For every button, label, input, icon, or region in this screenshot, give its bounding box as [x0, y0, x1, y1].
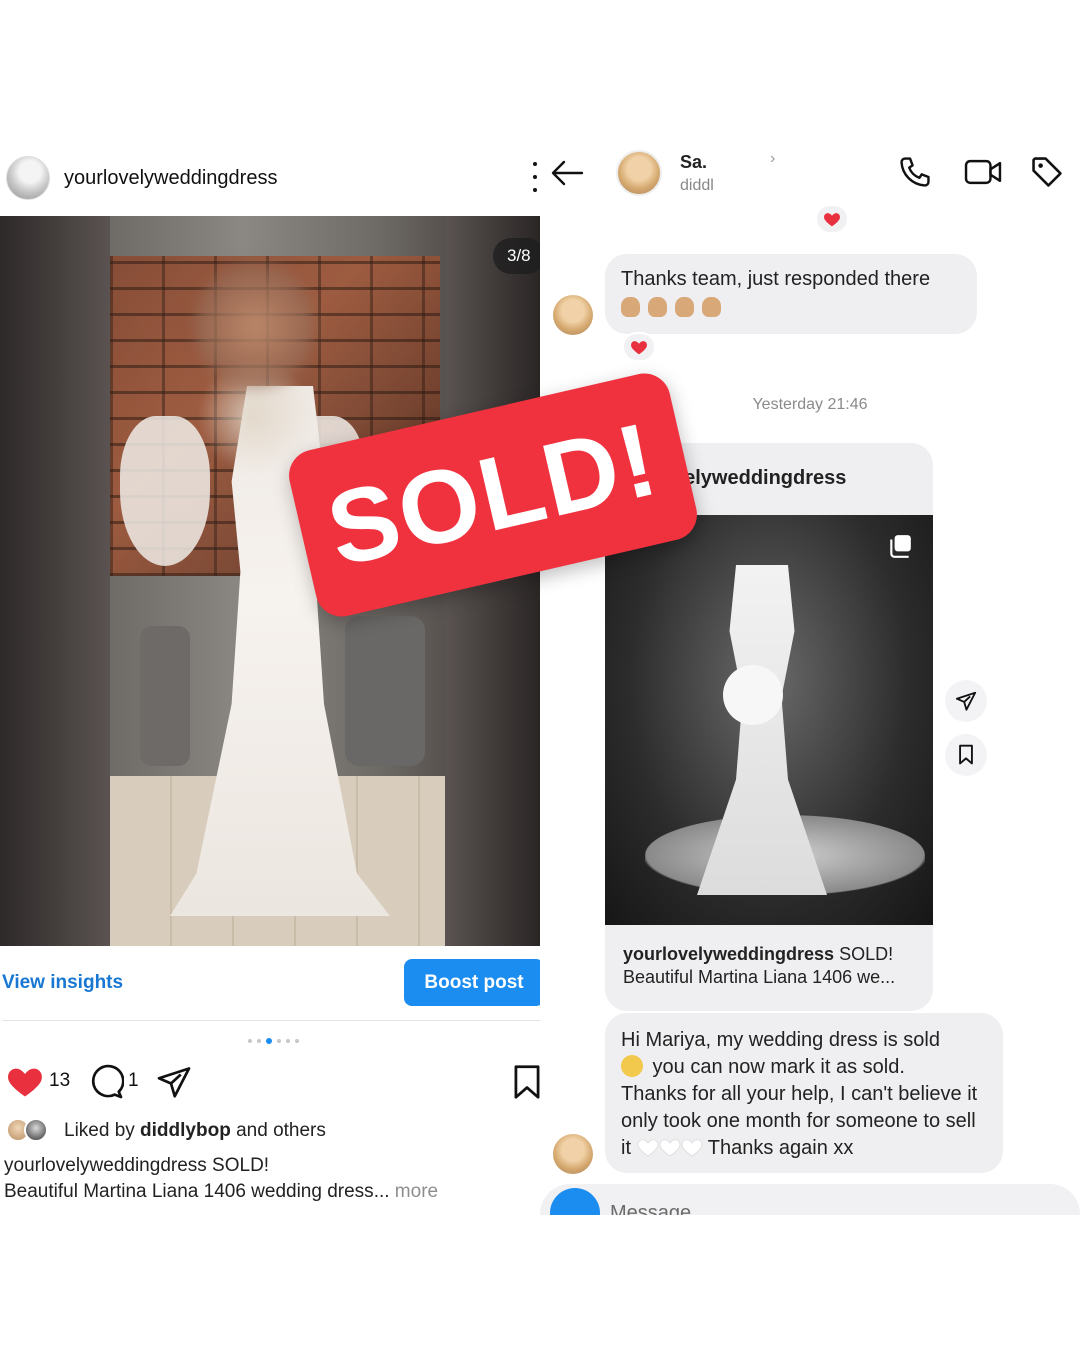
liked-by-row[interactable]: Liked by diddlybop and others	[6, 1116, 540, 1146]
reaction-heart[interactable]	[622, 332, 656, 362]
video-icon[interactable]	[964, 155, 1002, 189]
bookmark-icon[interactable]	[512, 1064, 540, 1100]
forward-button[interactable]	[945, 680, 987, 722]
camera-icon[interactable]	[550, 1188, 600, 1215]
tag-icon[interactable]	[1030, 155, 1064, 189]
save-button[interactable]	[945, 734, 987, 776]
contact-avatar[interactable]	[616, 150, 662, 196]
white-heart-icon	[637, 1139, 658, 1157]
message-composer[interactable]: Message...	[540, 1184, 1080, 1215]
reaction-heart[interactable]	[815, 204, 849, 234]
back-arrow-icon[interactable]	[550, 158, 584, 188]
view-insights-link[interactable]: View insights	[2, 972, 123, 994]
likes-count: 13	[49, 1070, 71, 1091]
dm-panel: Sa. diddl › Thanks team, just responded …	[540, 140, 1080, 1215]
caption-username[interactable]: yourlovelyweddingdress	[4, 1155, 207, 1176]
message-input[interactable]: Message...	[610, 1202, 708, 1215]
phone-icon[interactable]	[898, 155, 932, 189]
more-vert-icon[interactable]	[530, 162, 540, 192]
post-username[interactable]: yourlovelyweddingdress	[64, 167, 277, 190]
post-caption: yourlovelyweddingdress SOLD! Beautiful M…	[4, 1155, 439, 1202]
post-panel: yourlovelyweddingdress 3/8 View insights…	[0, 150, 540, 1215]
message-text: Thanks team, just responded there	[621, 268, 931, 290]
heart-icon	[824, 213, 840, 227]
liker-avatar	[24, 1118, 48, 1142]
post-header: yourlovelyweddingdress	[0, 150, 540, 210]
message-bubble[interactable]: Hi Mariya, my wedding dress is sold you …	[605, 1013, 1003, 1173]
sender-avatar[interactable]	[553, 1134, 593, 1174]
comment-icon[interactable]	[88, 1064, 124, 1100]
shared-post-caption: yourlovelyweddingdress SOLD! Beautiful M…	[623, 944, 896, 987]
crossed-fingers-emoji	[621, 297, 961, 317]
comment-count: 1	[128, 1070, 139, 1091]
post-avatar[interactable]	[6, 156, 50, 200]
message-bubble[interactable]: Thanks team, just responded there	[605, 254, 977, 334]
shared-post-image	[605, 515, 933, 925]
multi-photo-icon	[890, 535, 911, 558]
chevron-right-icon[interactable]: ›	[770, 150, 775, 168]
bookmark-icon	[959, 744, 973, 765]
boost-post-button[interactable]: Boost post	[404, 959, 540, 1006]
post-actions: 13 1	[0, 1062, 540, 1102]
sender-avatar[interactable]	[553, 295, 593, 335]
carousel-counter: 3/8	[493, 238, 540, 274]
pleading-face-emoji	[621, 1055, 643, 1077]
carousel-dots	[248, 1038, 299, 1044]
heart-icon	[631, 341, 647, 355]
contact-name[interactable]: Sa.	[680, 152, 707, 173]
share-icon	[955, 691, 977, 711]
divider	[2, 1020, 540, 1021]
message-text: Hi Mariya, my wedding dress is sold	[621, 1029, 940, 1051]
white-heart-icon	[659, 1139, 680, 1157]
contact-handle: diddl	[680, 177, 714, 194]
white-heart-icon	[681, 1139, 702, 1157]
caption-more-link[interactable]: more	[390, 1181, 438, 1202]
heart-icon[interactable]	[6, 1064, 44, 1098]
liked-by-text: Liked by diddlybop and others	[64, 1120, 326, 1141]
share-icon[interactable]	[156, 1064, 192, 1100]
